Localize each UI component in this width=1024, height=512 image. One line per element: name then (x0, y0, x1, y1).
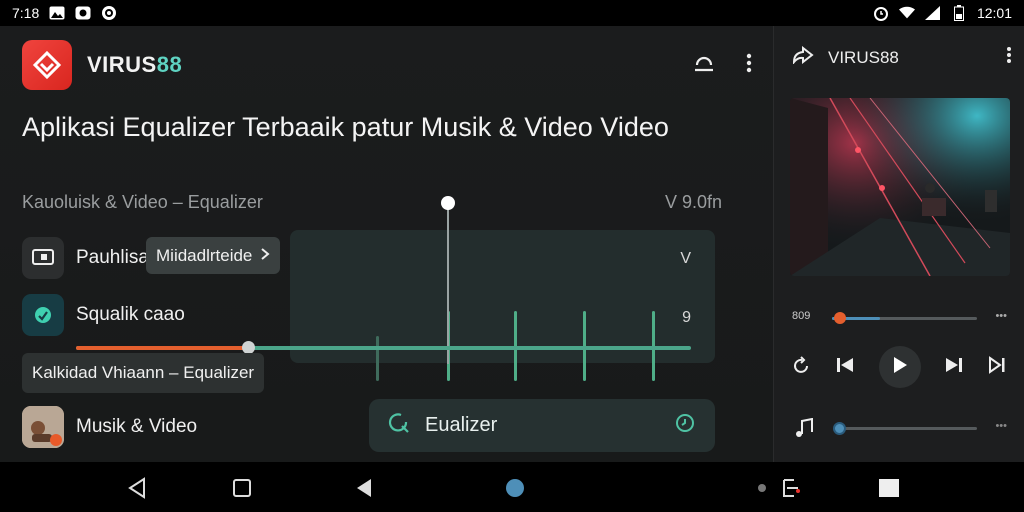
list-item-musik[interactable]: Musik & Video (22, 406, 197, 448)
eq-band-bar[interactable] (376, 336, 379, 381)
recent-square-icon[interactable] (877, 476, 901, 500)
volume-track[interactable] (837, 427, 977, 430)
app-name: VIRUS88 (87, 52, 182, 78)
diamond-logo-icon[interactable] (22, 40, 72, 90)
play-button[interactable] (878, 346, 921, 388)
app-name-main: VIRUS (87, 52, 157, 77)
list-item-label: Pauhlisa (76, 247, 149, 268)
home-circle-icon[interactable] (503, 476, 527, 500)
subtitle-text: Kauoluisk & Video – Equalizer (22, 192, 263, 212)
playback-progress[interactable]: 809 ••• (792, 310, 1007, 326)
more-vert-icon[interactable] (746, 53, 752, 78)
time-total: ••• (995, 310, 1007, 322)
page-title: Aplikasi Equalizer Terbaaik patur Musik … (22, 112, 669, 142)
alarm-icon (873, 5, 889, 21)
mode-chip[interactable]: Miidadlrteide (146, 237, 281, 274)
album-artwork (790, 98, 1010, 276)
status-time: 7:18 (12, 5, 40, 21)
equalizer-button-label: Eualizer (425, 414, 498, 436)
music-note-icon (794, 417, 816, 443)
player-title: VIRUS88 (828, 47, 899, 67)
wifi-icon (898, 5, 915, 21)
equalizer-chip-label: Kalkidad Vhiaann – Equalizer (32, 363, 255, 382)
eq-marker-handle[interactable] (441, 196, 455, 210)
replay-icon[interactable] (792, 355, 812, 380)
volume-thumb[interactable] (833, 422, 846, 435)
next-icon[interactable] (944, 356, 964, 379)
list-item-label: Squalik caao (76, 304, 185, 325)
list-item-squalik[interactable]: Squalik caao (22, 294, 185, 336)
app-name-accent: 88 (156, 52, 183, 77)
main-panel: VIRUS88 Aplikasi Equalizer Terbaaik patu… (0, 26, 773, 462)
messenger-icon (75, 5, 91, 21)
status-bar: 7:18 12:01 (0, 0, 1024, 26)
play-icon (892, 356, 908, 379)
progress-thumb[interactable] (834, 312, 846, 324)
list-item-label: Musik & Video (76, 416, 198, 437)
eq-marker-line (447, 208, 449, 364)
at-icon (101, 5, 117, 21)
cast-icon[interactable] (692, 52, 716, 79)
playback-controls (792, 346, 1007, 388)
signal-icon (924, 5, 941, 21)
app-header: VIRUS88 (22, 40, 762, 90)
gallery-icon (49, 5, 65, 21)
row-value: 9 (682, 309, 691, 326)
row-value: V (680, 250, 691, 267)
mode-chip-label: Miidadlrteide (156, 245, 253, 265)
back-filled-icon[interactable] (352, 476, 376, 500)
balance-slider-fill (76, 346, 248, 350)
prev-icon[interactable] (835, 356, 855, 379)
volume-row[interactable]: ••• (792, 417, 1007, 438)
status-clock: 12:01 (976, 5, 1012, 21)
refresh-search-icon (387, 411, 411, 440)
player-header: VIRUS88 (792, 45, 1012, 69)
equalizer-chip[interactable]: Kalkidad Vhiaann – Equalizer (22, 353, 265, 393)
album-icon (22, 406, 64, 448)
screenshot-icon[interactable] (752, 476, 812, 500)
back-triangle-icon[interactable] (125, 476, 149, 500)
volume-more: ••• (995, 420, 1007, 432)
timer-icon[interactable] (673, 411, 697, 440)
share-icon[interactable] (792, 45, 814, 69)
navigation-bar (0, 462, 1024, 512)
more-vert-icon[interactable] (1006, 46, 1012, 69)
equalizer-button[interactable]: Eualizer (369, 399, 715, 452)
player-panel: VIRUS88 809 ••• ••• (773, 26, 1024, 462)
chevron-right-icon (260, 246, 270, 266)
list-item-pauhlisa[interactable]: Pauhlisa (22, 237, 149, 279)
leaf-icon (22, 294, 64, 336)
skip-icon[interactable] (987, 355, 1007, 379)
home-square-icon[interactable] (230, 476, 254, 500)
time-current: 809 (792, 310, 811, 322)
subtitle-row: Kauoluisk & Video – Equalizer V 9.0fn (22, 192, 722, 213)
screen-icon (22, 237, 64, 279)
version-label: V 9.0fn (664, 192, 722, 212)
battery-icon (951, 5, 967, 21)
